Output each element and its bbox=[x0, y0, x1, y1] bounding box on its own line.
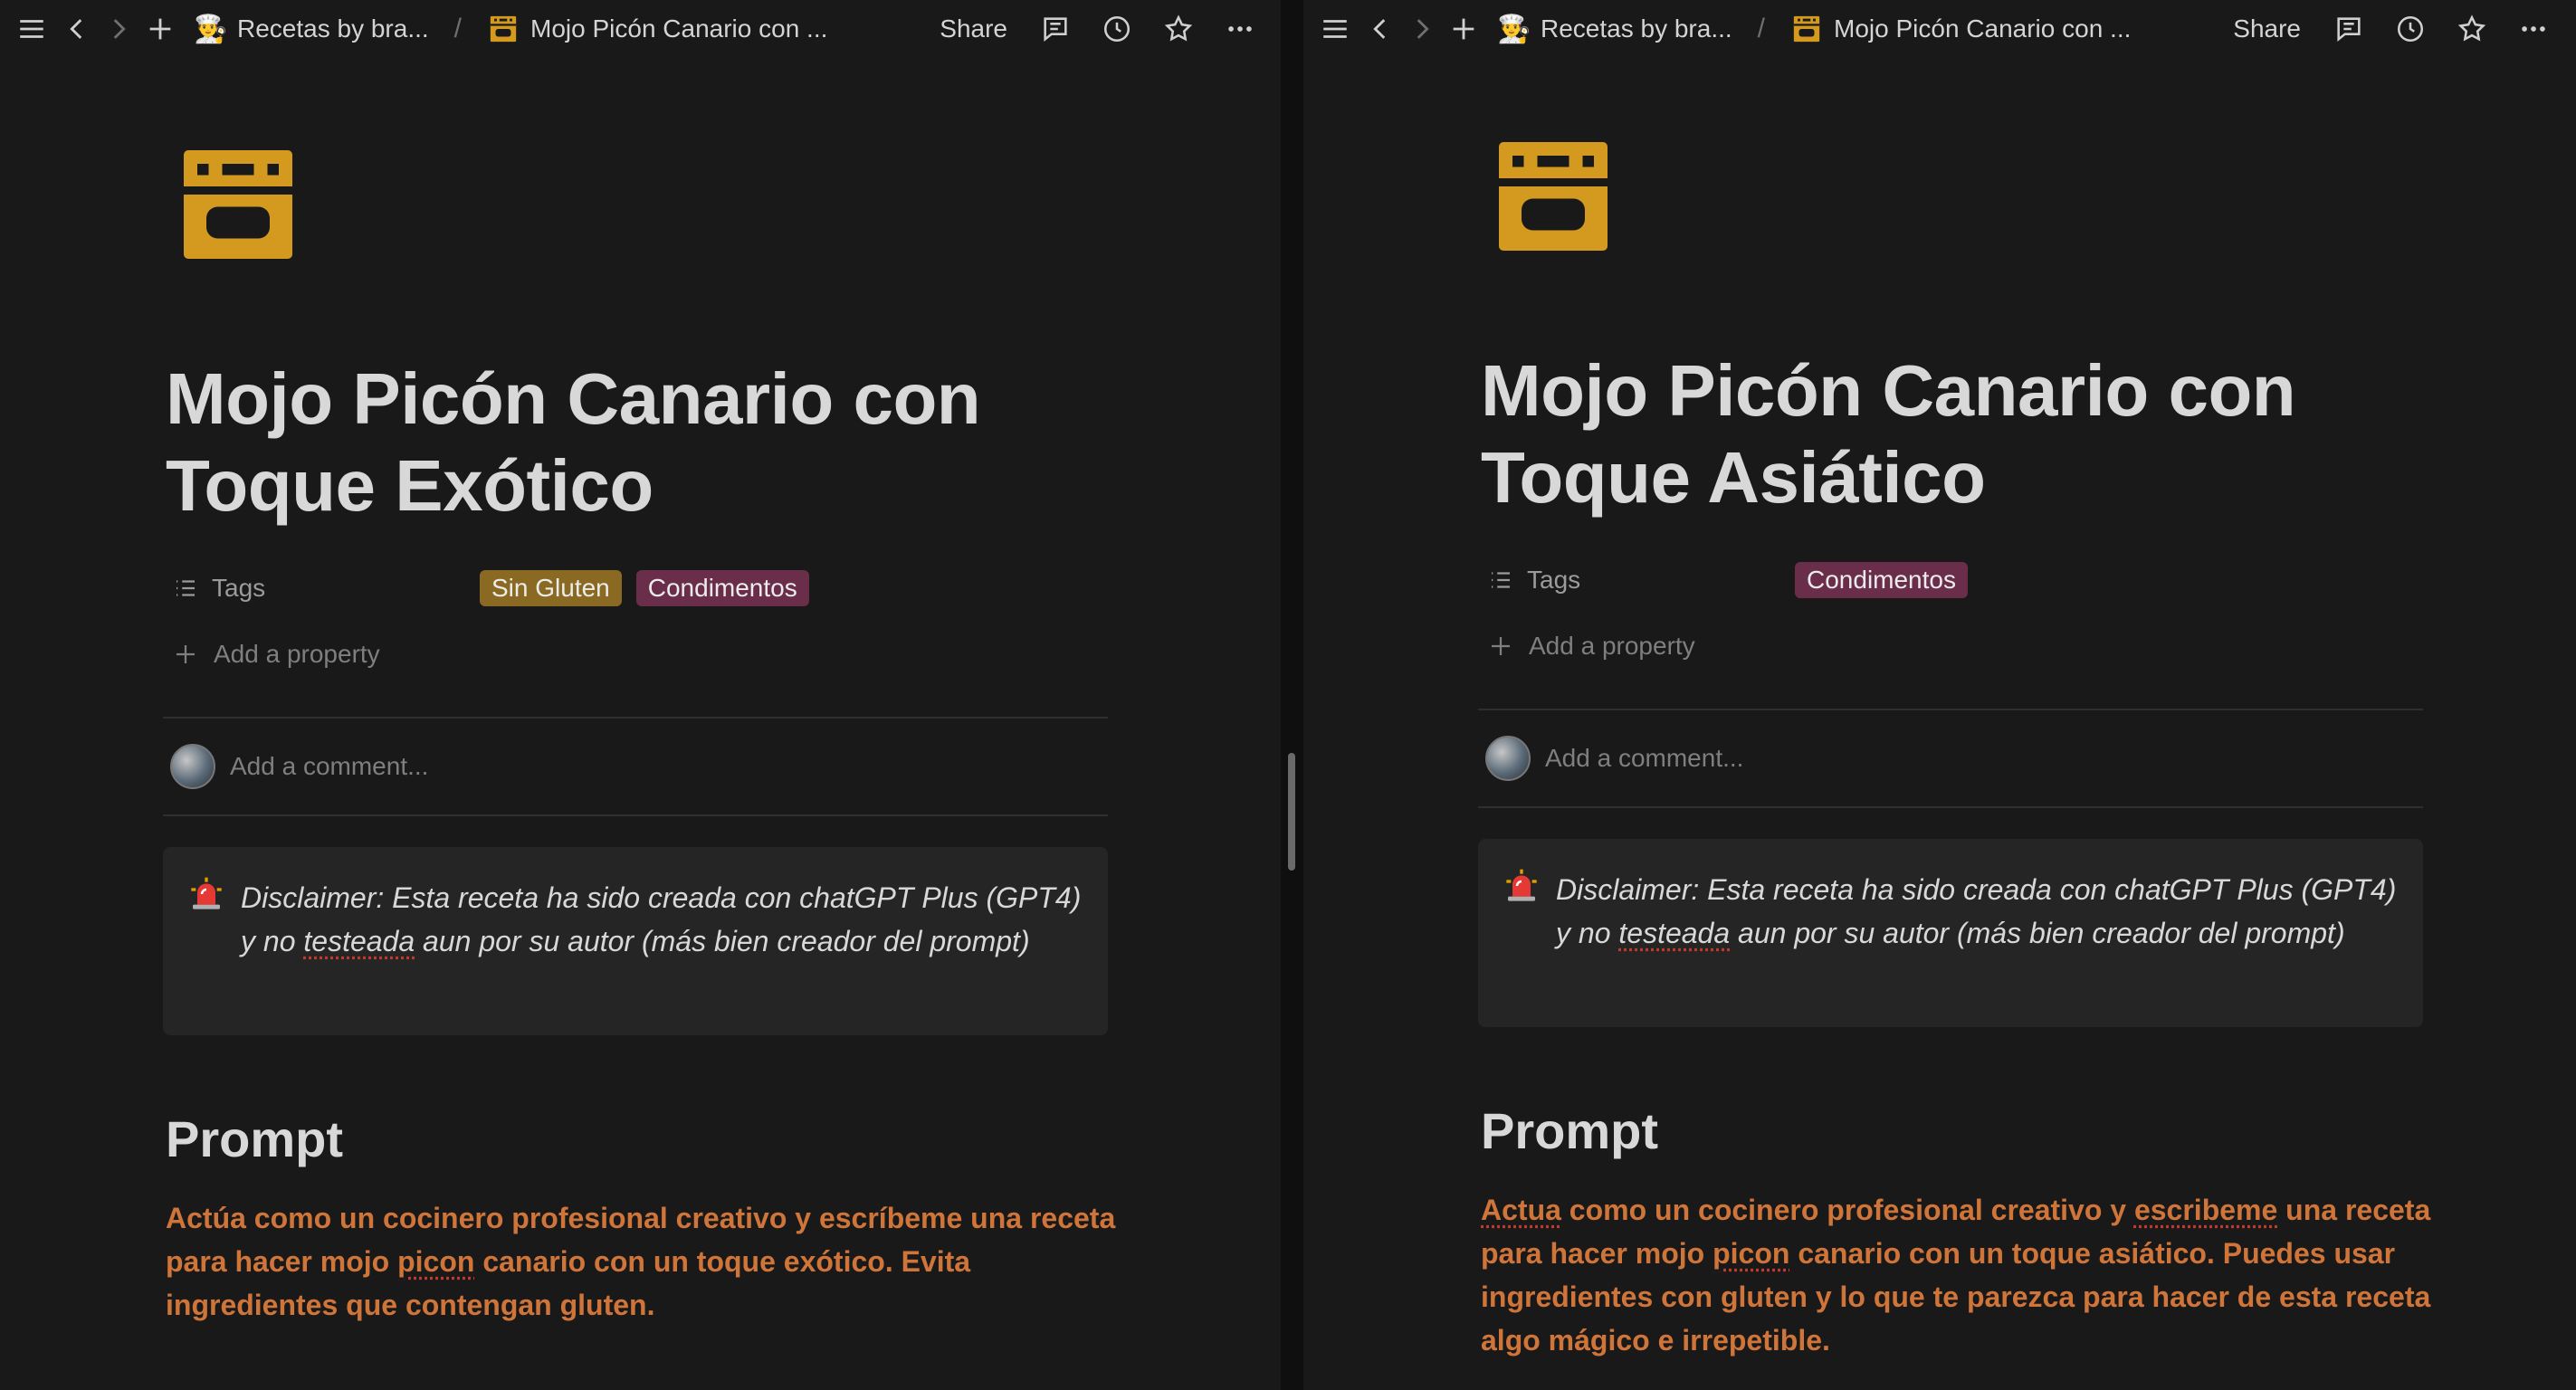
breadcrumb-workspace[interactable]: Recetas by bra... bbox=[1541, 14, 1732, 43]
back-icon[interactable] bbox=[1360, 8, 1401, 50]
add-property-button[interactable]: Add a property bbox=[1487, 632, 1695, 661]
comments-icon[interactable] bbox=[1035, 8, 1076, 50]
tag-sin-gluten[interactable]: Sin Gluten bbox=[480, 570, 622, 606]
divider bbox=[163, 814, 1108, 816]
siren-icon bbox=[1503, 868, 1540, 998]
oven-icon bbox=[1790, 13, 1823, 45]
prompt-text[interactable]: Actua como un cocinero profesional creat… bbox=[1481, 1188, 2458, 1362]
page-title[interactable]: Mojo Picón Canario con Toque Exótico bbox=[166, 356, 981, 529]
breadcrumb: 👨‍🍳 Recetas by bra... / Mojo Picón Canar… bbox=[1497, 13, 2131, 45]
add-property-button[interactable]: Add a property bbox=[172, 640, 380, 669]
forward-icon[interactable] bbox=[98, 8, 139, 50]
prompt-text-part: como un cocinero profesional creativo y bbox=[1560, 1194, 2134, 1226]
left-pane: 👨‍🍳 Recetas by bra... / Mojo Picón Canar… bbox=[0, 0, 1281, 1390]
divider bbox=[1478, 806, 2423, 808]
prompt-text-underlined: picon bbox=[397, 1245, 475, 1278]
callout-text-underlined: testeada bbox=[1618, 917, 1731, 949]
breadcrumb: 👨‍🍳 Recetas by bra... / Mojo Picón Canar… bbox=[194, 13, 827, 45]
top-bar-actions: Share bbox=[940, 0, 1261, 58]
property-label: Tags bbox=[212, 574, 266, 602]
top-bar-actions: Share bbox=[2233, 0, 2554, 58]
more-icon[interactable] bbox=[1219, 8, 1261, 50]
disclaimer-callout[interactable]: Disclaimer: Esta receta ha sido creada c… bbox=[163, 847, 1108, 1035]
page-title-line-2: Toque Asiático bbox=[1481, 437, 1986, 518]
back-icon[interactable] bbox=[56, 8, 98, 50]
page-title-line-1: Mojo Picón Canario con bbox=[166, 358, 981, 439]
comment-input[interactable]: Add a comment... bbox=[230, 752, 428, 781]
oven-icon[interactable] bbox=[184, 150, 292, 259]
prompt-text-underlined: picon bbox=[1713, 1237, 1790, 1270]
workspace-emoji-icon: 👨‍🍳 bbox=[1497, 14, 1531, 44]
callout-text-part: aun por su autor (más bien creador del p… bbox=[1730, 917, 2345, 949]
new-page-icon[interactable] bbox=[139, 8, 181, 50]
page-title-line-1: Mojo Picón Canario con bbox=[1481, 350, 2296, 431]
share-button[interactable]: Share bbox=[940, 14, 1007, 43]
siren-icon bbox=[188, 876, 224, 1006]
list-icon bbox=[1487, 566, 1514, 594]
new-page-icon[interactable] bbox=[1443, 8, 1484, 50]
prompt-text-underlined: Actua bbox=[1481, 1194, 1561, 1226]
avatar bbox=[170, 744, 215, 789]
page-title[interactable]: Mojo Picón Canario con Toque Asiático bbox=[1481, 348, 2296, 521]
callout-text: Disclaimer: Esta receta ha sido creada c… bbox=[1556, 868, 2398, 998]
oven-icon[interactable] bbox=[1499, 142, 1608, 251]
right-pane: 👨‍🍳 Recetas by bra... / Mojo Picón Canar… bbox=[1303, 0, 2576, 1390]
list-icon bbox=[172, 575, 199, 602]
breadcrumb-separator: / bbox=[453, 14, 462, 43]
add-property-label: Add a property bbox=[1529, 632, 1695, 660]
comment-box[interactable]: Add a comment... bbox=[1485, 736, 1743, 781]
history-icon[interactable] bbox=[1096, 8, 1138, 50]
favorite-icon[interactable] bbox=[2451, 8, 2493, 50]
tag-condimentos[interactable]: Condimentos bbox=[635, 570, 809, 606]
menu-icon[interactable] bbox=[1314, 8, 1356, 50]
property-name: Tags bbox=[172, 574, 480, 603]
favorite-icon[interactable] bbox=[1158, 8, 1199, 50]
add-property-label: Add a property bbox=[214, 640, 380, 668]
property-label: Tags bbox=[1527, 566, 1581, 594]
callout-text-underlined: testeada bbox=[303, 925, 415, 957]
divider bbox=[1478, 709, 2423, 710]
split-divider[interactable] bbox=[1281, 0, 1303, 1390]
workspace-emoji-icon: 👨‍🍳 bbox=[194, 14, 228, 44]
plus-icon bbox=[172, 641, 199, 668]
tag-condimentos[interactable]: Condimentos bbox=[1795, 562, 1968, 598]
comment-input[interactable]: Add a comment... bbox=[1545, 744, 1743, 773]
share-button[interactable]: Share bbox=[2233, 14, 2301, 43]
divider bbox=[163, 717, 1108, 719]
breadcrumb-workspace[interactable]: Recetas by bra... bbox=[237, 14, 429, 43]
plus-icon bbox=[1487, 633, 1514, 660]
property-name: Tags bbox=[1487, 566, 1795, 595]
oven-icon bbox=[487, 13, 520, 45]
page-title-line-2: Toque Exótico bbox=[166, 445, 654, 526]
prompt-text[interactable]: Actúa como un cocinero profesional creat… bbox=[166, 1196, 1125, 1327]
more-icon[interactable] bbox=[2513, 8, 2554, 50]
heading-prompt[interactable]: Prompt bbox=[1481, 1101, 1658, 1160]
comments-icon[interactable] bbox=[2328, 8, 2370, 50]
property-tags[interactable]: Tags Condimentos bbox=[1487, 560, 1982, 600]
comment-box[interactable]: Add a comment... bbox=[170, 744, 428, 789]
property-tags[interactable]: Tags Sin Gluten Condimentos bbox=[172, 568, 824, 608]
avatar bbox=[1485, 736, 1531, 781]
breadcrumb-page[interactable]: Mojo Picón Canario con ... bbox=[1834, 14, 2131, 43]
prompt-text-underlined: escribeme bbox=[2133, 1194, 2278, 1226]
menu-icon[interactable] bbox=[11, 8, 52, 50]
history-icon[interactable] bbox=[2390, 8, 2431, 50]
breadcrumb-separator: / bbox=[1757, 14, 1765, 43]
heading-prompt[interactable]: Prompt bbox=[166, 1109, 343, 1168]
resize-handle[interactable] bbox=[1288, 753, 1295, 871]
forward-icon[interactable] bbox=[1401, 8, 1443, 50]
callout-text: Disclaimer: Esta receta ha sido creada c… bbox=[241, 876, 1083, 1006]
breadcrumb-page[interactable]: Mojo Picón Canario con ... bbox=[530, 14, 827, 43]
callout-text-part: aun por su autor (más bien creador del p… bbox=[415, 925, 1030, 957]
disclaimer-callout[interactable]: Disclaimer: Esta receta ha sido creada c… bbox=[1478, 839, 2423, 1027]
